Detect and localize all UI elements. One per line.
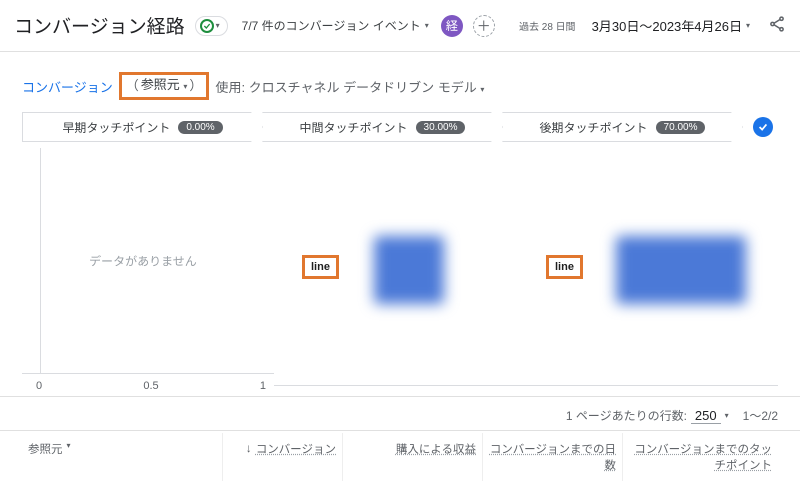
page-title: コンバージョン経路	[14, 12, 185, 39]
chevron-down-icon: ▾	[183, 82, 187, 91]
charts-row: データがありません 0 0.5 1 line line	[0, 142, 800, 392]
rows-value: 250	[691, 408, 721, 424]
control-row: コンバージョン （ 参照元 ▾ ） 使用: クロスチャネル データドリブン モデ…	[0, 52, 800, 110]
th-revenue[interactable]: 購入による収益	[342, 433, 482, 481]
nodata-message: データがありません	[89, 252, 197, 269]
page-header: コンバージョン経路 ▾ 7/7 件のコンバージョン イベント ▾ 経 ＋ 過去 …	[0, 0, 800, 52]
dimension-selector-highlight: （ 参照元 ▾ ）	[119, 72, 210, 100]
th-touchpoints[interactable]: コンバージョンまでのタッチポイント	[622, 433, 778, 481]
touchpoint-pct: 70.00%	[656, 121, 706, 134]
bar-blurred	[616, 236, 746, 304]
conversion-metric-selector[interactable]: コンバージョン	[22, 77, 113, 96]
touchpoint-early[interactable]: 早期タッチポイント 0.00%	[22, 112, 263, 142]
conversion-events-selector[interactable]: 7/7 件のコンバージョン イベント ▾	[242, 17, 429, 34]
series-line-highlight: line	[302, 255, 339, 279]
bar-blurred	[374, 236, 444, 304]
touchpoint-late[interactable]: 後期タッチポイント 70.00%	[502, 112, 743, 142]
status-chip[interactable]: ▾	[195, 16, 228, 36]
th-conversions[interactable]: ↓ コンバージョン	[222, 433, 342, 481]
touchpoint-row: 早期タッチポイント 0.00% 中間タッチポイント 30.00% 後期タッチポイ…	[0, 112, 800, 142]
check-circle-icon	[200, 19, 214, 33]
chevron-down-icon: ▾	[216, 21, 220, 30]
th-source[interactable]: 参照元 ▾	[22, 433, 222, 481]
rows-label: 1 ページあたりの行数:	[566, 407, 687, 424]
chart-mid: line	[274, 148, 526, 392]
chart-late: line	[526, 148, 778, 392]
rows-per-page[interactable]: 1 ページあたりの行数: 250 ▾	[566, 407, 729, 424]
date-range-text: 3月30日〜2023年4月26日	[592, 16, 742, 35]
touchpoint-label: 早期タッチポイント	[62, 119, 170, 136]
touchpoint-label: 後期タッチポイント	[540, 119, 648, 136]
chevron-down-icon: ▾	[746, 21, 750, 30]
touchpoint-complete[interactable]	[748, 112, 778, 142]
chevron-down-icon: ▾	[67, 441, 71, 450]
touchpoint-mid[interactable]: 中間タッチポイント 30.00%	[262, 112, 503, 142]
touchpoint-pct: 30.00%	[416, 121, 466, 134]
chevron-down-icon: ▾	[480, 85, 484, 94]
touchpoint-pct: 0.00%	[178, 121, 222, 134]
check-icon	[753, 117, 773, 137]
x-axis: 0 0.5 1	[22, 374, 274, 392]
th-days[interactable]: コンバージョンまでの日数	[482, 433, 622, 481]
chevron-down-icon: ▾	[725, 411, 729, 420]
table-controls: 1 ページあたりの行数: 250 ▾ 1〜2/2	[0, 396, 800, 430]
dimension-selector[interactable]: 参照元 ▾	[141, 75, 188, 97]
segment-badge[interactable]: 経	[441, 15, 463, 37]
touchpoint-label: 中間タッチポイント	[300, 119, 408, 136]
conversion-events-label: 7/7 件のコンバージョン イベント	[242, 17, 421, 34]
pagination-range: 1〜2/2	[743, 407, 778, 424]
table-header: 参照元 ▾ ↓ コンバージョン 購入による収益 コンバージョンまでの日数 コンバ…	[0, 430, 800, 481]
chevron-down-icon: ▾	[425, 21, 429, 30]
share-icon[interactable]	[768, 15, 786, 36]
series-line-highlight: line	[546, 255, 583, 279]
date-preset-label: 過去 28 日間	[519, 18, 576, 33]
sort-desc-icon: ↓	[246, 441, 252, 455]
date-range-selector[interactable]: 3月30日〜2023年4月26日 ▾	[592, 16, 750, 35]
add-segment-button[interactable]: ＋	[473, 15, 495, 37]
chart-early: データがありません 0 0.5 1	[22, 148, 274, 392]
model-label[interactable]: 使用: クロスチャネル データドリブン モデル ▾	[215, 77, 484, 96]
